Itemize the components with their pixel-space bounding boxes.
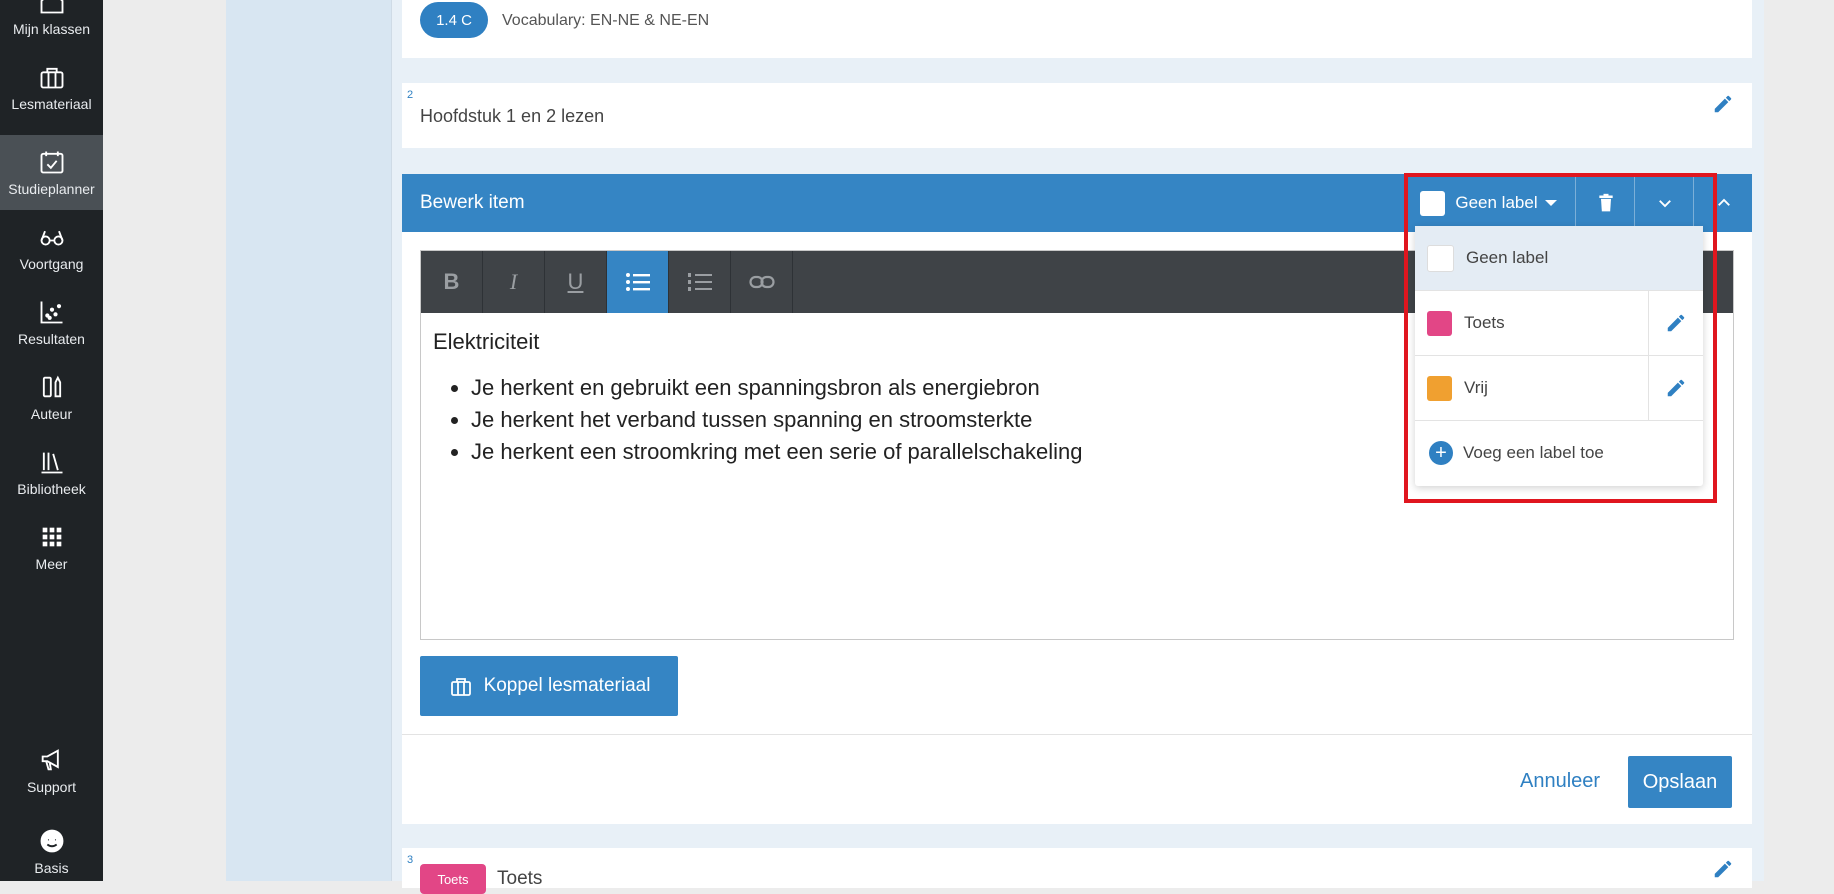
calendar-check-icon (40, 151, 63, 174)
bold-button[interactable]: B (421, 251, 483, 313)
label-option-text: Geen label (1466, 248, 1549, 267)
label-option-toets[interactable]: Toets (1415, 291, 1703, 356)
nav-item-bibliotheek[interactable]: Bibliotheek (0, 435, 103, 510)
planner-item-3[interactable]: 3 Toets Toets (402, 848, 1752, 894)
collapse-up-button[interactable] (1693, 174, 1753, 232)
numbered-list-icon (687, 273, 712, 291)
item-number: 2 (407, 89, 414, 101)
nav-label: Studieplanner (8, 181, 95, 197)
pencil-icon[interactable] (1712, 93, 1734, 115)
briefcase-icon (450, 678, 471, 696)
collapse-down-button[interactable] (1634, 174, 1694, 232)
library-icon (41, 452, 62, 474)
page-background-right (1764, 0, 1834, 881)
bullet-list-button[interactable] (607, 251, 669, 313)
planner-item-1[interactable]: 1.4 C Vocabulary: EN-NE & NE-EN (402, 0, 1752, 58)
item-number: 3 (407, 854, 414, 866)
nav-item-resultaten[interactable]: Resultaten (0, 285, 103, 360)
item-text: Hoofdstuk 1 en 2 lezen (420, 106, 605, 126)
list-item: Je herkent en gebruikt een spanningsbron… (471, 375, 1082, 401)
label-select[interactable]: Geen label (1408, 174, 1569, 232)
nav-label: Auteur (30, 406, 73, 422)
label-swatch (1420, 190, 1446, 216)
list-item: Je herkent een stroomkring met een serie… (471, 439, 1082, 465)
pencil-icon[interactable] (1712, 858, 1734, 880)
content-list: Je herkent en gebruikt een spanningsbron… (433, 375, 1082, 465)
numbered-list-button[interactable] (669, 251, 731, 313)
label-swatch (1427, 375, 1452, 401)
underline-button[interactable]: U (545, 251, 607, 313)
glasses-icon (40, 230, 63, 246)
chevron-up-icon (1717, 198, 1730, 206)
divider (402, 734, 1752, 735)
save-button[interactable]: Opslaan (1628, 756, 1732, 808)
label-select-value: Geen label (1455, 193, 1538, 212)
nav-item-studieplanner[interactable]: Studieplanner (0, 135, 103, 210)
nav-label: Voortgang (19, 256, 84, 272)
italic-button[interactable]: I (483, 251, 545, 313)
bullet-list-icon (625, 273, 650, 291)
pencil-icon (1667, 314, 1685, 332)
briefcase-icon (40, 67, 63, 89)
author-icon (42, 375, 61, 398)
editor-content[interactable]: Elektriciteit Je herkent en gebruikt een… (433, 329, 1082, 471)
item-badge: 1.4 C (420, 2, 488, 38)
caret-down-icon (1544, 200, 1557, 206)
nav-label: Resultaten (18, 331, 85, 347)
link-icon (748, 275, 775, 289)
cancel-button[interactable]: Annuleer (1520, 770, 1600, 793)
label-swatch (1427, 244, 1454, 272)
label-option-text: Toets (1464, 313, 1505, 332)
add-label-text: Voeg een label toe (1463, 443, 1604, 462)
label-option-vrij[interactable]: Vrij (1415, 356, 1703, 421)
nav-item-basis[interactable]: Basis (0, 814, 103, 889)
nav-item-auteur[interactable]: Auteur (0, 360, 103, 435)
nav-label: Support (26, 779, 77, 795)
nav-label: Bibliotheek (17, 481, 86, 497)
link-button[interactable] (731, 251, 793, 313)
koppel-lesmateriaal-button[interactable]: Koppel lesmateriaal (420, 656, 678, 716)
nav-label: Mijn klassen (12, 21, 91, 37)
nav-item-support[interactable]: Support (0, 733, 103, 808)
nav-label: Lesmateriaal (11, 96, 92, 112)
grid-icon (42, 527, 61, 547)
nav-item-voortgang[interactable]: Voortgang (0, 210, 103, 285)
delete-button[interactable] (1575, 174, 1635, 232)
item-text: Toets (497, 868, 543, 889)
plus-circle-icon: + (1429, 441, 1453, 465)
sidebar-nav: Mijn klassen Lesmateriaal Studieplanner … (0, 0, 103, 881)
edit-label-button[interactable] (1648, 356, 1703, 420)
koppel-label: Koppel lesmateriaal (483, 675, 651, 696)
pencil-icon (1667, 379, 1685, 397)
nav-item-mijn-klassen[interactable]: Mijn klassen (0, 0, 103, 50)
content-heading: Elektriciteit (433, 329, 540, 354)
nav-item-meer[interactable]: Meer (0, 510, 103, 585)
scatter-chart-icon (40, 301, 62, 324)
trash-icon (1598, 193, 1613, 212)
chevron-down-icon (1658, 200, 1671, 208)
avatar-icon (40, 829, 63, 853)
planner-item-2[interactable]: 2 Hoofdstuk 1 en 2 lezen (402, 83, 1752, 148)
edit-item-header: Bewerk item Geen label (402, 174, 1752, 232)
add-label-button[interactable]: + Voeg een label toe (1415, 421, 1703, 485)
label-dropdown: Geen label Toets Vrij + Voeg een label t… (1415, 226, 1703, 486)
label-option-geen-label[interactable]: Geen label (1415, 226, 1703, 291)
label-swatch (1427, 310, 1452, 336)
item-text: Vocabulary: EN-NE & NE-EN (502, 12, 710, 29)
label-option-text: Vrij (1464, 378, 1488, 397)
edit-title: Bewerk item (420, 192, 525, 213)
megaphone-icon (41, 749, 59, 771)
nav-label: Basis (34, 860, 69, 876)
page-background (103, 0, 226, 881)
home-icon (40, 0, 63, 14)
nav-item-lesmateriaal[interactable]: Lesmateriaal (0, 50, 103, 125)
item-tag: Toets (420, 864, 486, 894)
edit-label-button[interactable] (1648, 291, 1703, 355)
list-item: Je herkent het verband tussen spanning e… (471, 407, 1082, 433)
nav-label: Meer (35, 556, 68, 572)
